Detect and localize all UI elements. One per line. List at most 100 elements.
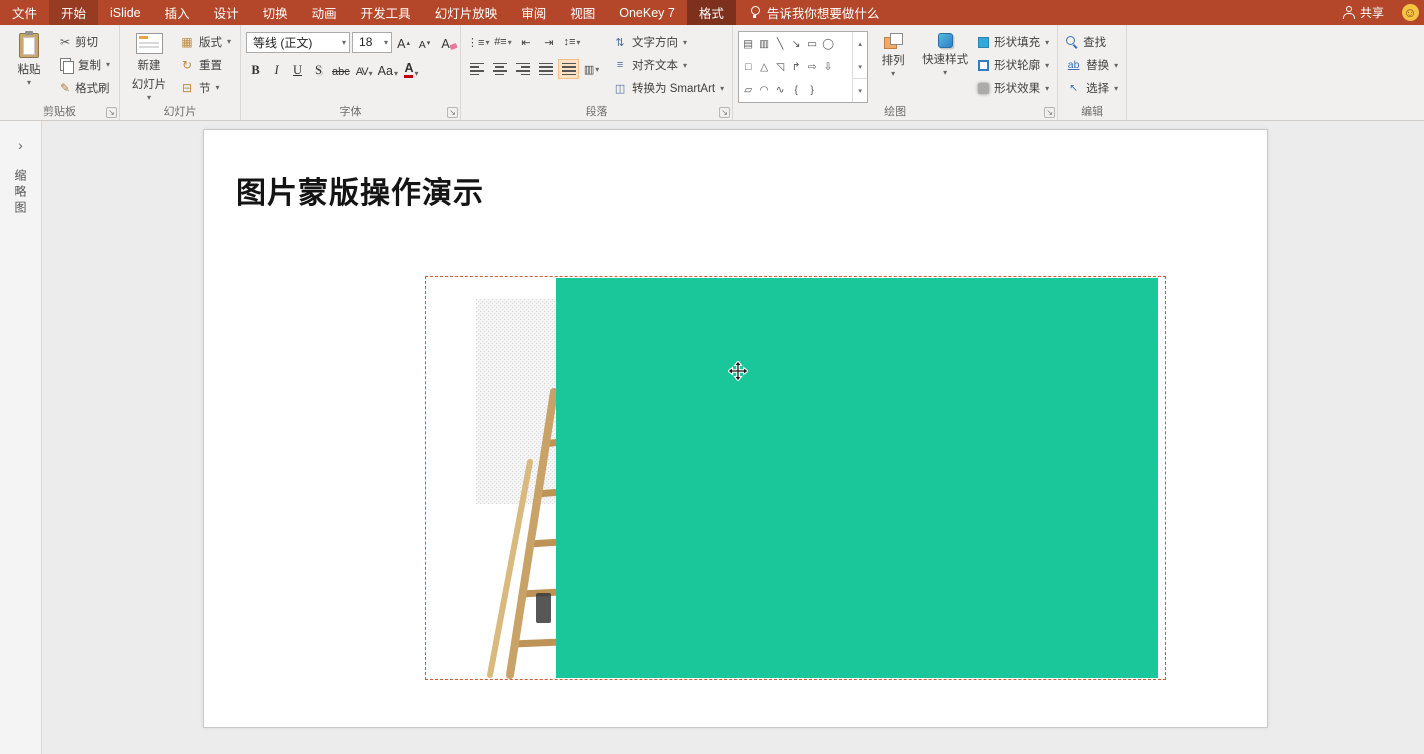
dialog-launcher-icon[interactable]: ↘	[719, 107, 731, 118]
text-shadow-button[interactable]: S	[309, 59, 328, 79]
numbering-button[interactable]: #≡ ▾	[492, 32, 513, 52]
distribute-text-button[interactable]	[558, 59, 580, 79]
arrange-button[interactable]: 排列 ▾	[871, 28, 915, 104]
section-button[interactable]: ⊟ 节 ▾	[176, 77, 235, 98]
cut-button[interactable]: ✂ 剪切	[56, 31, 114, 52]
replace-button[interactable]: ab 替换 ▾	[1063, 54, 1121, 76]
expand-pane-chevron-icon[interactable]: ›	[18, 137, 23, 153]
strikethrough-button[interactable]: abc	[330, 59, 352, 79]
line-spacing-button[interactable]: ↕≡ ▾	[561, 32, 582, 52]
tab-file[interactable]: 文件	[0, 0, 49, 25]
tell-me-box[interactable]: 告诉我你想要做什么	[736, 0, 894, 25]
parallelogram-shape-icon[interactable]: ▱	[742, 84, 754, 96]
tab-design[interactable]: 设计	[202, 0, 251, 25]
arc-shape-icon[interactable]: ◠	[758, 84, 770, 96]
format-painter-button[interactable]: ✎ 格式刷	[56, 77, 114, 98]
tab-home[interactable]: 开始	[49, 0, 99, 25]
corner-shape-icon[interactable]: ◹	[774, 61, 786, 73]
tab-islide[interactable]: iSlide	[98, 0, 153, 25]
bullets-button[interactable]: ⋮≡ ▾	[466, 32, 490, 52]
font-size-combo[interactable]: 18 ▾	[352, 31, 393, 53]
font-name-combo[interactable]: 等线 (正文) ▾	[246, 31, 351, 53]
align-text-button[interactable]: ≡ 对齐文本 ▾	[610, 54, 727, 76]
tab-slideshow[interactable]: 幻灯片放映	[423, 0, 510, 25]
tab-review[interactable]: 审阅	[509, 0, 558, 25]
align-right-button[interactable]	[512, 59, 533, 79]
find-button[interactable]: 查找	[1063, 31, 1121, 53]
grow-font-button[interactable]: A ▴	[394, 32, 413, 52]
line-shape-icon[interactable]: ╲	[774, 38, 786, 50]
increase-indent-button[interactable]: ⇥	[538, 32, 559, 52]
slide-title[interactable]: 图片蒙版操作演示	[236, 168, 484, 212]
text-direction-button[interactable]: ⇅ 文字方向 ▾	[610, 31, 727, 53]
rectangle-shape-icon[interactable]: ▭	[806, 38, 818, 50]
dialog-launcher-icon[interactable]: ↘	[106, 107, 118, 118]
thumbnails-pane-collapsed[interactable]: › 缩略图	[0, 121, 42, 754]
tab-insert[interactable]: 插入	[153, 0, 202, 25]
down-arrow-shape-icon[interactable]: ⇩	[822, 61, 834, 73]
slide[interactable]: 图片蒙版操作演示	[203, 129, 1268, 728]
decrease-indent-button[interactable]: ⇤	[515, 32, 536, 52]
shape-fill-button[interactable]: 形状填充 ▾	[975, 31, 1052, 53]
square-shape-icon[interactable]: □	[742, 61, 754, 73]
triangle-shape-icon[interactable]: △	[758, 61, 770, 73]
change-case-button[interactable]: Aa ▾	[376, 59, 400, 79]
select-button[interactable]: ↖ 选择 ▾	[1063, 77, 1121, 99]
layout-button[interactable]: ▦ 版式 ▾	[176, 31, 235, 52]
tab-animations[interactable]: 动画	[300, 0, 349, 25]
select-cursor-icon: ↖	[1069, 82, 1079, 94]
tab-view[interactable]: 视图	[558, 0, 607, 25]
caret-icon: ▾	[576, 37, 581, 47]
textbox-shape-icon[interactable]: ▤	[742, 38, 754, 50]
left-brace-shape-icon[interactable]: {	[790, 84, 802, 96]
align-left-button[interactable]	[466, 59, 487, 79]
tab-transitions[interactable]: 切换	[251, 0, 300, 25]
feedback-button[interactable]: ☺	[1396, 0, 1424, 25]
shapes-gallery[interactable]: ▤ ▥ ╲ ↘ ▭ ◯ □ △ ◹ ↱ ⇨ ⇩ ▱ ◠ ∿ {} ▴ ▾ ▾	[738, 31, 869, 103]
elbow-arrow-shape-icon[interactable]: ↱	[790, 61, 802, 73]
green-mask-shape[interactable]	[556, 278, 1158, 678]
slide-canvas[interactable]: 图片蒙版操作演示	[42, 121, 1424, 754]
quick-styles-button[interactable]: 快速样式 ▾	[918, 28, 972, 104]
copy-button[interactable]: 复制 ▾	[56, 54, 114, 75]
align-center-button[interactable]	[489, 59, 510, 79]
shrink-font-button[interactable]: A ▾	[415, 32, 434, 52]
ladder-photo[interactable]	[426, 277, 561, 679]
group-label-editing: 编辑	[1081, 106, 1104, 118]
font-color-button[interactable]: A ▾	[402, 59, 421, 79]
vertical-textbox-shape-icon[interactable]: ▥	[758, 38, 770, 50]
bullets-icon: ⋮≡	[467, 36, 485, 49]
arrow-shape-icon[interactable]: ↘	[790, 38, 802, 50]
dialog-launcher-icon[interactable]: ↘	[1044, 107, 1056, 118]
character-spacing-button[interactable]: AV ▾	[354, 59, 374, 79]
bold-button[interactable]: B	[246, 59, 265, 79]
gallery-scroll-up-button[interactable]: ▴	[853, 32, 867, 55]
justify-button[interactable]	[535, 59, 556, 79]
tab-onekey[interactable]: OneKey 7	[607, 0, 687, 25]
share-button[interactable]: 共享	[1331, 0, 1396, 25]
new-slide-button[interactable]: 新建 幻灯片 ▾	[125, 28, 173, 104]
convert-smartart-button[interactable]: ◫ 转换为 SmartArt ▾	[610, 77, 727, 99]
lightbulb-icon	[750, 6, 760, 19]
tab-developer[interactable]: 开发工具	[349, 0, 423, 25]
font-color-icon: A	[404, 61, 414, 78]
tab-format[interactable]: 格式	[686, 0, 736, 25]
gallery-scroll-down-button[interactable]: ▾	[853, 55, 867, 78]
dialog-launcher-icon[interactable]: ↘	[447, 107, 459, 118]
thumbnails-pane-label: 缩略图	[13, 169, 27, 217]
reset-button[interactable]: ↻ 重置	[176, 54, 235, 75]
underline-button[interactable]: U	[288, 59, 307, 79]
scribble-shape-icon[interactable]: ∿	[774, 84, 786, 96]
right-brace-shape-icon[interactable]: }	[806, 84, 818, 96]
columns-button[interactable]: ▥ ▾	[581, 59, 602, 79]
slides-group: 新建 幻灯片 ▾ ▦ 版式 ▾ ↻ 重置 ⊟ 节 ▾ 幻灯片	[120, 25, 242, 120]
shape-effects-button[interactable]: 形状效果 ▾	[975, 77, 1052, 99]
selection-outline[interactable]	[425, 276, 1166, 680]
clear-formatting-button[interactable]: A	[436, 32, 455, 52]
italic-button[interactable]: I	[267, 59, 286, 79]
right-arrow-shape-icon[interactable]: ⇨	[806, 61, 818, 73]
shape-outline-button[interactable]: 形状轮廓 ▾	[975, 54, 1052, 76]
oval-shape-icon[interactable]: ◯	[822, 38, 834, 50]
paste-button[interactable]: 粘贴 ▾	[5, 28, 53, 104]
gallery-more-button[interactable]: ▾	[853, 78, 868, 102]
